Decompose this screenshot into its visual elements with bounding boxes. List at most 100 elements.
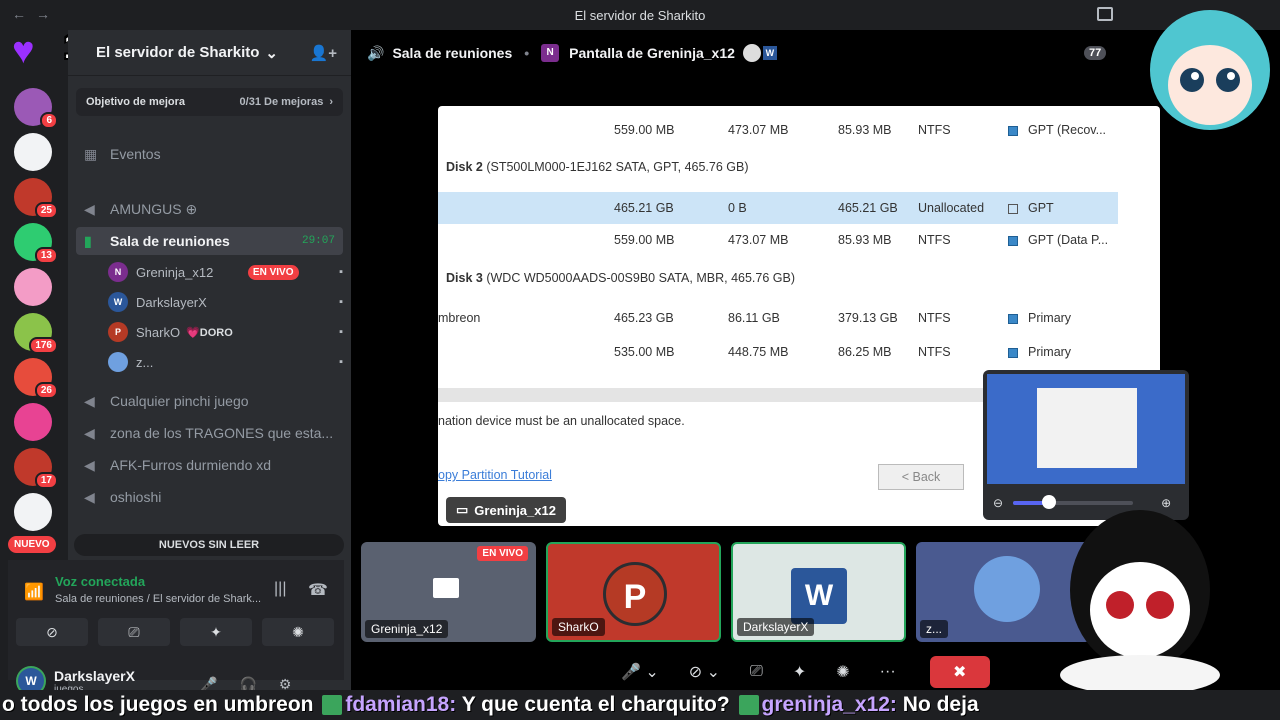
server-icon[interactable] bbox=[14, 403, 52, 441]
voice-status: Voz conectada bbox=[55, 574, 146, 589]
call-controls: 🎤 ⌄ ⊘ ⌄ ⎚ ✦ ✺ ··· ✖ bbox=[613, 656, 990, 688]
channel-name: zona de los TRAGONES que esta... bbox=[110, 425, 334, 441]
microphone-button[interactable]: 🎤 ⌄ bbox=[613, 656, 667, 688]
partition-cell: 448.75 MB bbox=[728, 345, 789, 359]
partition-cell: NTFS bbox=[918, 123, 951, 137]
back-button[interactable]: < Back bbox=[878, 464, 964, 490]
new-unread-bar[interactable]: NUEVOS SIN LEER bbox=[74, 534, 344, 556]
participant-tile[interactable]: W DarkslayerX bbox=[731, 542, 906, 642]
live-badge: EN VIVO bbox=[477, 546, 528, 561]
server-icon[interactable] bbox=[14, 268, 52, 306]
user-name: DarkslayerX bbox=[54, 667, 135, 684]
voice-user[interactable]: P SharkO 💗DORO ▪ bbox=[108, 319, 343, 345]
voice-location[interactable]: Sala de reuniones / El servidor de Shark… bbox=[55, 593, 261, 605]
partition-cell: 535.00 MB bbox=[614, 345, 675, 359]
screen-share-icon: ▭ bbox=[456, 502, 469, 517]
nav-arrows[interactable]: ←→ bbox=[12, 6, 60, 22]
speaker-icon: ◀ bbox=[84, 456, 95, 473]
participant-tile[interactable]: P SharkO bbox=[546, 542, 721, 642]
voice-user[interactable]: W DarkslayerX ▪ bbox=[108, 289, 343, 315]
soundboard-button[interactable]: ✺ bbox=[262, 618, 334, 646]
ticker-username: fdamian18: bbox=[345, 693, 457, 716]
voice-user[interactable]: N Greninja_x12 EN VIVO ▪ bbox=[108, 259, 343, 285]
soundboard-button[interactable]: ✺ bbox=[828, 656, 857, 688]
disk-2-info: (ST500LM000-1EJ162 SATA, GPT, 465.76 GB) bbox=[486, 160, 749, 174]
share-screen-button[interactable]: ⎚ bbox=[742, 656, 771, 688]
partition-row[interactable]: mbreon 465.23 GB 86.11 GB 379.13 GB NTFS Prim… bbox=[438, 302, 1118, 334]
speaker-icon: ◀ bbox=[84, 200, 95, 217]
partition-cell: 85.93 MB bbox=[838, 233, 892, 247]
partition-cell: 379.13 GB bbox=[838, 311, 898, 325]
user-tag: 💗DORO bbox=[186, 326, 233, 339]
avatar bbox=[742, 44, 761, 62]
more-options-button[interactable]: ··· bbox=[872, 656, 904, 688]
participant-tile[interactable]: EN VIVO Greninja_x12 bbox=[361, 542, 536, 642]
avatar: W bbox=[108, 292, 128, 312]
voice-channel[interactable]: ◀ AMUNGUS ⊕ bbox=[76, 195, 343, 223]
partition-cell: Unallocated bbox=[918, 201, 985, 215]
events-label: Eventos bbox=[110, 146, 161, 162]
partition-row[interactable]: 559.00 MB 473.07 MB 85.93 MB NTFS GPT (Data … bbox=[438, 224, 1118, 256]
server-icon[interactable]: 26 bbox=[14, 358, 58, 399]
chevron-down-icon: ⌄ bbox=[265, 44, 278, 62]
add-member-icon[interactable]: 👤+ bbox=[310, 44, 337, 62]
avatar: N bbox=[108, 262, 128, 282]
partition-color-icon bbox=[1008, 235, 1018, 246]
voice-channel[interactable]: ◀ AFK-Furros durmiendo xd bbox=[76, 451, 343, 479]
speaker-icon: ◀ bbox=[84, 392, 95, 409]
server-icon[interactable] bbox=[14, 133, 52, 171]
server-icon[interactable]: 17 bbox=[14, 448, 58, 489]
guild-header[interactable]: El servidor de Sharkito ⌄ 👤+ bbox=[68, 30, 351, 76]
camera-off-button[interactable]: ⊘ bbox=[16, 618, 88, 646]
activities-button[interactable]: ✦ bbox=[180, 618, 252, 646]
voice-channel[interactable]: ◀ oshioshi bbox=[76, 483, 343, 511]
voice-channel[interactable]: ◀ Cualquier pinchi juego bbox=[76, 387, 343, 415]
leave-call-button[interactable]: ✖ bbox=[929, 656, 990, 688]
partition-type: Primary bbox=[1008, 345, 1071, 359]
partition-row[interactable]: 559.00 MB 473.07 MB 85.93 MB NTFS GPT (Recov… bbox=[438, 114, 1118, 146]
new-badge[interactable]: NUEVO bbox=[8, 536, 56, 553]
voice-channel[interactable]: ▮ Sala de reuniones 29:07 bbox=[76, 227, 343, 255]
activities-button[interactable]: ✦ bbox=[785, 656, 814, 688]
speaker-icon: ◀ bbox=[84, 488, 95, 505]
events-item[interactable]: ▦ Eventos bbox=[76, 140, 343, 168]
disk-3-info: (WDC WD5000AADS-00S9B0 SATA, MBR, 465.76… bbox=[486, 271, 795, 285]
share-screen-button[interactable]: ⎚ bbox=[98, 618, 170, 646]
server-icon[interactable]: 176 bbox=[14, 313, 58, 354]
partition-cell: 85.93 MB bbox=[838, 123, 892, 137]
stage-screen-title: Pantalla de Greninja_x12 bbox=[569, 45, 735, 61]
partition-color-icon bbox=[1008, 347, 1018, 358]
speaker-icon: 🔊 bbox=[367, 44, 385, 61]
partition-cell: 473.07 MB bbox=[728, 123, 789, 137]
tutorial-link[interactable]: opy Partition Tutorial bbox=[438, 468, 552, 482]
voice-user[interactable]: z... ▪ bbox=[108, 349, 343, 375]
server-icon[interactable]: 25 bbox=[14, 178, 58, 219]
notification-badge: 176 bbox=[29, 337, 58, 354]
voice-channel[interactable]: ◀ zona de los TRAGONES que esta... bbox=[76, 419, 343, 447]
notification-badge: 13 bbox=[34, 247, 58, 264]
boost-goal[interactable]: Objetivo de mejora 0/31 De mejoras › bbox=[76, 88, 343, 116]
emote-icon bbox=[322, 695, 343, 716]
noise-suppression-icon[interactable]: ||| bbox=[274, 580, 286, 598]
server-icon[interactable]: 13 bbox=[14, 223, 58, 264]
screen-preview[interactable]: ⊖ ⊕ bbox=[983, 370, 1189, 520]
server-icon[interactable]: 6 bbox=[14, 88, 58, 129]
partition-type: GPT (Recov... bbox=[1008, 123, 1106, 137]
channel-name: oshioshi bbox=[110, 489, 162, 505]
channel-name: Cualquier pinchi juego bbox=[110, 393, 249, 409]
disconnect-icon[interactable]: ☎ bbox=[308, 580, 328, 600]
disk-3-name: Disk 3 bbox=[446, 271, 483, 285]
zoom-out-icon[interactable]: ⊖ bbox=[993, 496, 1003, 510]
preview-window bbox=[1037, 388, 1137, 468]
voice-user-name: Greninja_x12 bbox=[136, 264, 214, 280]
heart-icon: ♥ bbox=[12, 30, 35, 72]
disk-2-name: Disk 2 bbox=[446, 160, 483, 174]
partition-row[interactable]: 465.21 GB 0 B 465.21 GB Unallocated GPT bbox=[438, 192, 1118, 224]
partition-row[interactable]: 535.00 MB 448.75 MB 86.25 MB NTFS Primary bbox=[438, 336, 1118, 368]
participant-name: z... bbox=[920, 620, 949, 638]
partition-cell: 559.00 MB bbox=[614, 233, 675, 247]
call-timer: 29:07 bbox=[301, 235, 335, 247]
monitor-icon bbox=[433, 578, 459, 598]
server-icon[interactable] bbox=[14, 493, 52, 531]
camera-button[interactable]: ⊘ ⌄ bbox=[681, 656, 728, 688]
